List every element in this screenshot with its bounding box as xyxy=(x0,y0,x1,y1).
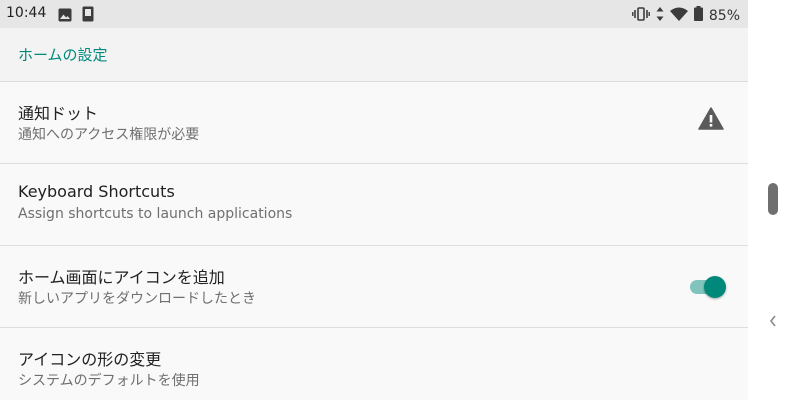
battery-icon xyxy=(693,6,703,25)
battery-percent: 85% xyxy=(708,7,740,24)
page-title: ホームの設定 xyxy=(18,46,108,64)
settings-screen: 10:44 85% ホームの設定 通知ドット 通知へのアクセス権限が必要 Key… xyxy=(0,0,748,400)
image-icon xyxy=(58,7,72,26)
pref-keyboard-shortcuts[interactable]: Keyboard Shortcuts Assign shortcuts to l… xyxy=(0,164,748,246)
pref-title: 通知ドット xyxy=(18,104,99,123)
toggle-thumb xyxy=(704,276,726,298)
toolbar: ホームの設定 xyxy=(0,28,748,82)
warning-icon[interactable] xyxy=(698,107,724,134)
status-time: 10:44 xyxy=(6,5,47,21)
status-system-icons: 85% xyxy=(631,6,740,25)
status-bar: 10:44 85% xyxy=(0,0,748,28)
scrollbar-thumb[interactable] xyxy=(768,183,778,215)
pref-title: アイコンの形の変更 xyxy=(18,350,162,369)
side-navigation-area xyxy=(748,0,800,400)
add-icon-toggle[interactable] xyxy=(690,276,726,298)
pref-title: ホーム画面にアイコンを追加 xyxy=(18,268,225,287)
vibrate-icon xyxy=(631,6,650,25)
phone-icon xyxy=(82,6,94,26)
status-notification-icons xyxy=(58,6,94,26)
pref-summary: 新しいアプリをダウンロードしたとき xyxy=(18,291,256,307)
pref-summary: 通知へのアクセス権限が必要 xyxy=(18,127,200,143)
chevron-left-icon[interactable] xyxy=(768,313,778,333)
data-arrows-icon xyxy=(656,6,664,25)
pref-summary: Assign shortcuts to launch applications xyxy=(18,206,293,222)
wifi-icon xyxy=(669,6,688,25)
pref-icon-shape[interactable]: アイコンの形の変更 システムのデフォルトを使用 xyxy=(0,328,748,400)
pref-title: Keyboard Shortcuts xyxy=(18,182,175,201)
preference-list: 通知ドット 通知へのアクセス権限が必要 Keyboard Shortcuts A… xyxy=(0,82,748,400)
pref-notification-dots[interactable]: 通知ドット 通知へのアクセス権限が必要 xyxy=(0,82,748,164)
pref-summary: システムのデフォルトを使用 xyxy=(18,373,200,389)
pref-add-icon-to-home[interactable]: ホーム画面にアイコンを追加 新しいアプリをダウンロードしたとき xyxy=(0,246,748,328)
